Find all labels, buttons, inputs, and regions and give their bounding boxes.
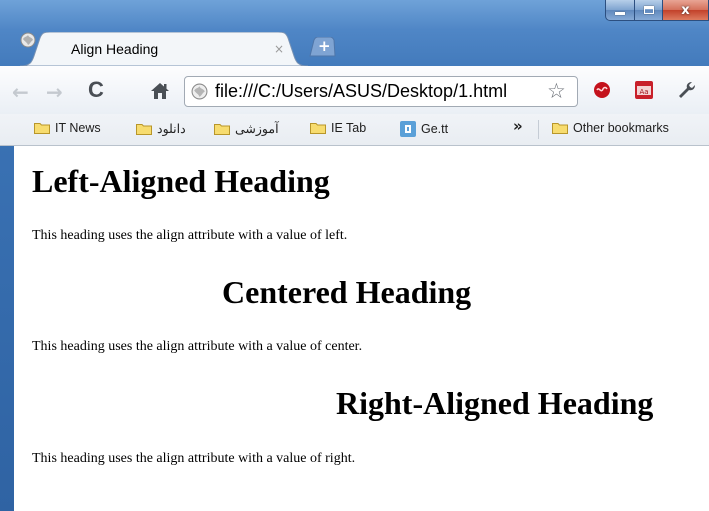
bookmarks-divider: [538, 120, 539, 139]
heading-right: Right-Aligned Heading: [336, 385, 654, 421]
minimize-icon: [615, 12, 625, 15]
bookmark-ge-tt[interactable]: Ge.tt: [400, 121, 448, 137]
paragraph-left: This heading uses the align attribute wi…: [32, 228, 348, 243]
page-content: Left-Aligned Heading This heading uses t…: [14, 146, 709, 511]
bookmarks-overflow-icon[interactable]: »: [513, 117, 523, 135]
heading-center: Centered Heading: [222, 274, 472, 310]
folder-icon: [136, 123, 152, 135]
url-text[interactable]: file:///C:/Users/ASUS/Desktop/1.html: [215, 81, 533, 102]
bookmark-other[interactable]: Other bookmarks: [552, 121, 669, 135]
close-window-button[interactable]: x: [663, 0, 709, 21]
page-favicon-icon: [20, 32, 36, 48]
bookmark-label: دانلود: [157, 122, 186, 136]
bookmark-label: Ge.tt: [421, 122, 449, 136]
new-tab-button[interactable]: +: [308, 37, 336, 57]
heading-left: Left-Aligned Heading: [32, 163, 330, 199]
bookmarks-bar: IT News دانلود آموزشی IE Tab Ge.tt » Oth…: [0, 114, 709, 146]
bookmark-label: IE Tab: [331, 121, 367, 135]
toolbar: ← → C file:///C:/Users/ASUS/Desktop/1.ht…: [0, 66, 709, 114]
home-icon[interactable]: [150, 82, 170, 100]
adobe-reader-icon[interactable]: Aa: [634, 80, 654, 100]
browser-window: x Align Heading × + ← → C file:///C:/Use…: [0, 0, 709, 511]
wrench-icon[interactable]: [676, 80, 698, 100]
bookmark-download[interactable]: دانلود: [136, 121, 186, 136]
plus-icon: +: [318, 37, 331, 55]
paragraph-center: This heading uses the align attribute wi…: [32, 339, 363, 354]
tab-title: Align Heading: [71, 41, 159, 57]
minimize-button[interactable]: [605, 0, 635, 21]
folder-icon: [310, 123, 326, 134]
paragraph-right: This heading uses the align attribute wi…: [32, 451, 356, 466]
tab-close-icon[interactable]: ×: [274, 42, 284, 56]
tab-align-heading[interactable]: Align Heading ×: [20, 32, 308, 66]
caption-buttons: x: [605, 0, 709, 22]
folder-icon: [214, 123, 230, 135]
ge-tt-icon: [400, 121, 416, 137]
bookmark-it-news[interactable]: IT News: [34, 121, 101, 135]
reload-icon[interactable]: C: [88, 77, 104, 103]
close-icon: x: [681, 2, 690, 18]
bookmark-educational[interactable]: آموزشی: [214, 121, 279, 136]
tab-shape: [20, 32, 308, 66]
forward-arrow-icon[interactable]: →: [46, 80, 63, 104]
bookmark-ie-tab[interactable]: IE Tab: [310, 121, 366, 135]
bookmark-star-icon[interactable]: ☆: [547, 79, 566, 103]
extension-red-icon[interactable]: [592, 80, 612, 100]
other-bookmarks-label: Other bookmarks: [573, 121, 669, 135]
address-bar[interactable]: file:///C:/Users/ASUS/Desktop/1.html ☆: [184, 76, 578, 107]
back-arrow-icon[interactable]: ←: [12, 80, 29, 104]
folder-icon: [34, 123, 50, 134]
folder-icon: [552, 123, 568, 134]
maximize-button[interactable]: [635, 0, 663, 21]
page-icon: [191, 83, 208, 100]
svg-text:Aa: Aa: [639, 88, 648, 96]
bookmark-label: IT News: [55, 121, 101, 135]
bookmark-label: آموزشی: [235, 122, 279, 136]
maximize-icon: [643, 6, 654, 14]
